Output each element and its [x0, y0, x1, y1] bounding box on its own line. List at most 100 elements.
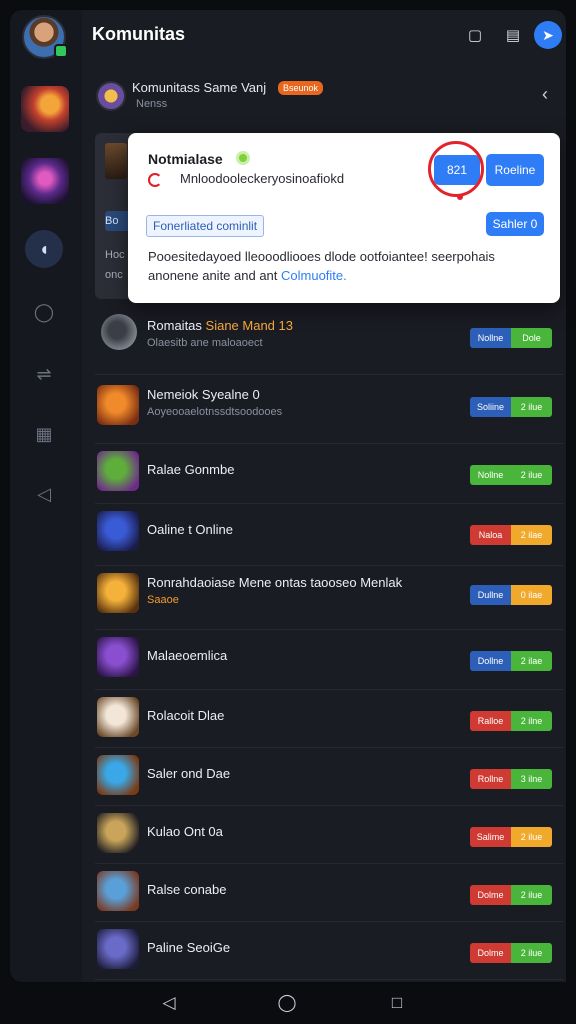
status-badge-right[interactable]: 2 ilue — [511, 465, 552, 485]
row-title-text: Kulao Ont 0a — [147, 824, 223, 839]
row-title-text: Ronrahdaoiase Mene ontas taooseo Menlak — [147, 575, 403, 590]
status-badge-left[interactable]: Dullne — [470, 585, 511, 605]
row-title-text: Oaline t Online — [147, 522, 233, 537]
popup-title: Notmialase — [148, 151, 223, 167]
community-title: Komunitass Same Vanj — [132, 80, 267, 95]
status-badge-right[interactable]: 3 ilne — [511, 769, 552, 789]
status-badge-right[interactable]: 2 ilae — [511, 651, 552, 671]
circle-icon[interactable]: ◯ — [30, 298, 58, 326]
popup-subtitle: Mnloodooleckeryosinoafiokd — [180, 171, 345, 186]
status-badge-left[interactable]: Soliine — [470, 397, 511, 417]
row-subtitle: Saaoe — [147, 594, 179, 606]
list-item[interactable]: Ralse conabe Dolme 2 ilue — [95, 864, 563, 922]
popup-link[interactable]: Colmuofite. — [281, 268, 347, 283]
rail-game-item-2[interactable] — [21, 158, 69, 204]
list-item[interactable]: Ralae Gonmbe Nollne 2 ilue — [95, 444, 563, 504]
brand-logo-icon — [148, 173, 162, 187]
secondary-button[interactable]: Sahler 0 — [486, 212, 544, 236]
nav-back-icon[interactable]: ◁ — [156, 990, 182, 1016]
status-badge-right[interactable]: 2 ilae — [511, 525, 552, 545]
popup-tag[interactable]: Fonerliated cominlit — [146, 215, 265, 237]
status-badge-right[interactable]: 2 ilue — [511, 943, 552, 963]
row-title: Malaeoemlica — [147, 648, 227, 663]
store-icon[interactable]: ▤ — [500, 22, 526, 48]
list-item[interactable]: Malaeoemlica Dollne 2 ilae — [95, 630, 563, 690]
row-title-text: Rolacoit Dlae — [147, 708, 225, 723]
game-icon — [97, 813, 139, 853]
status-badge-right[interactable]: Dole — [511, 328, 552, 348]
page-title: Komunitas — [92, 24, 186, 44]
highlight-dot — [457, 194, 463, 200]
status-badge-left[interactable]: Dolme — [470, 885, 511, 905]
row-title: Romaitas Siane Mand 13 — [147, 318, 293, 333]
nav-home-icon[interactable]: ◯ — [274, 990, 300, 1016]
game-icon — [97, 451, 139, 491]
calendar-icon[interactable]: ▦ — [30, 420, 58, 448]
row-title: Oaline t Online — [147, 522, 233, 537]
game-icon — [97, 755, 139, 795]
popup-body: Pooesitedayoed lleooodliooes dlode ootfo… — [148, 247, 548, 285]
card-chip-label: Bo — [105, 215, 119, 227]
card-thumbnail — [105, 143, 127, 179]
chevron-left-icon[interactable]: ‹ — [542, 84, 548, 105]
community-avatar[interactable] — [96, 81, 126, 111]
row-title-text: Paline SeoiGe — [147, 940, 231, 955]
compass-icon[interactable]: ➤ — [534, 21, 562, 49]
share-icon[interactable]: ⇌ — [30, 360, 58, 388]
list-item[interactable]: Nemeiok Syealne 0 Aoyeooaelotnssdtsoodooe… — [95, 378, 563, 444]
status-badge-right[interactable]: 2 ilue — [511, 827, 552, 847]
highlight-ring — [428, 141, 484, 197]
row-title-text: Saler ond Dae — [147, 766, 231, 781]
row-title-text: Ralae Gonmbe — [147, 462, 235, 477]
verified-check-icon — [236, 151, 250, 165]
row-title-text: Romaitas — [147, 318, 206, 333]
row-title-text: Ralse conabe — [147, 882, 227, 897]
game-icon — [97, 385, 139, 425]
nav-recents-icon[interactable]: □ — [384, 990, 410, 1016]
game-icon — [97, 929, 139, 969]
status-badge-left[interactable]: Nollne — [470, 465, 511, 485]
list-item[interactable]: Rolacoit Dlae Ralloe 2 ilne — [95, 690, 563, 748]
status-badge-left[interactable]: Dolme — [470, 943, 511, 963]
row-title: Ralae Gonmbe — [147, 462, 234, 477]
community-header: Komunitass Same Vanj Bseunok Nenss ‹ — [96, 78, 566, 122]
status-badge-right[interactable]: 2 ilne — [511, 711, 552, 731]
card-line-1: Hoc — [105, 249, 125, 261]
game-icon — [101, 314, 137, 350]
primary-button[interactable]: Roeline — [486, 154, 544, 186]
game-icon — [97, 511, 139, 551]
back-triangle-icon[interactable]: ◁ — [30, 480, 58, 508]
status-badge-left[interactable]: Ralloe — [470, 711, 511, 731]
community-badge: Bseunok — [278, 81, 324, 95]
list-item[interactable]: Ronrahdaoiase Mene ontas taooseo Menlak S… — [95, 566, 563, 630]
game-icon — [97, 697, 139, 737]
community-icon[interactable]: ◖ — [25, 230, 63, 268]
list-item[interactable]: Romaitas Siane Mand 13 Olaesitb ane maloa… — [95, 309, 563, 375]
row-title-text: Nemeiok Syealne 0 — [147, 387, 260, 402]
game-icon — [97, 637, 139, 677]
list-item[interactable]: Kulao Ont 0a Salime 2 ilue — [95, 806, 563, 864]
list-item[interactable]: Paline SeoiGe Dolme 2 ilue — [95, 922, 563, 980]
row-title: Rolacoit Dlae — [147, 708, 224, 723]
status-badge-right[interactable]: 2 ilue — [511, 397, 552, 417]
status-badge-right[interactable]: 2 ilue — [511, 885, 552, 905]
notification-popup: Notmialase Mnloodooleckeryosinoafiokd 82… — [128, 133, 560, 303]
row-title-highlight: Siane Mand 13 — [205, 318, 293, 333]
status-badge-left[interactable]: Nollne — [470, 328, 511, 348]
row-title: Ralse conabe — [147, 882, 227, 897]
status-badge-left[interactable]: Rollne — [470, 769, 511, 789]
row-title-text: Malaeoemlica — [147, 648, 228, 663]
list-item[interactable]: Saler ond Dae Rollne 3 ilne — [95, 748, 563, 806]
online-status-icon — [54, 44, 68, 58]
status-badge-left[interactable]: Dollne — [470, 651, 511, 671]
status-badge-left[interactable]: Salime — [470, 827, 511, 847]
community-subtitle: Nenss — [136, 98, 168, 110]
row-title: Kulao Ont 0a — [147, 824, 223, 839]
chat-icon[interactable]: ▢ — [462, 22, 488, 48]
game-icon — [97, 573, 139, 613]
status-badge-right[interactable]: 0 ilae — [511, 585, 552, 605]
list-item[interactable]: Oaline t Online Naloa 2 ilae — [95, 504, 563, 566]
row-subtitle: Aoyeooaelotnssdtsoodooes — [147, 406, 283, 418]
status-badge-left[interactable]: Naloa — [470, 525, 511, 545]
rail-game-item-1[interactable] — [21, 86, 69, 132]
